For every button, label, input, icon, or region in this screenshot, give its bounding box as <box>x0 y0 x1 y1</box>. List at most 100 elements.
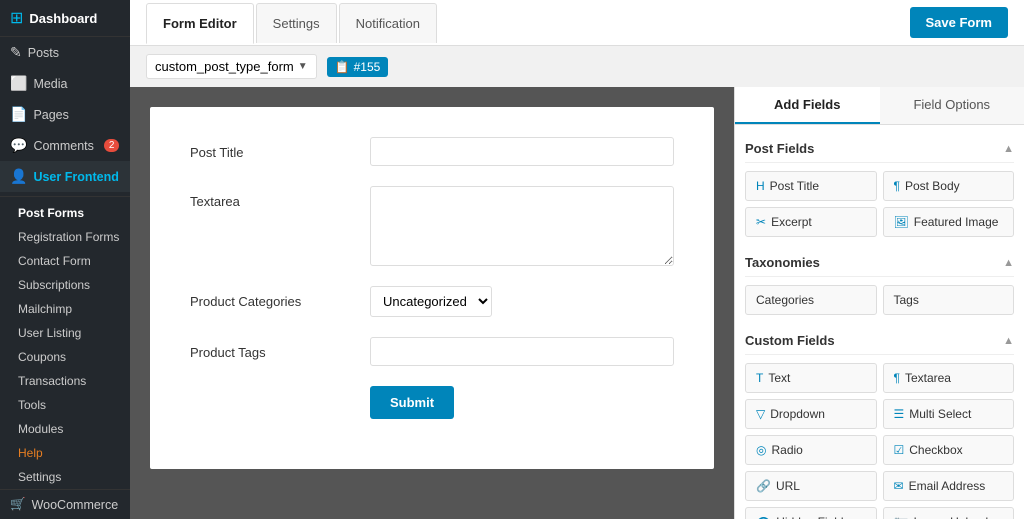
sidebar-dashboard[interactable]: ⊞ Dashboard <box>0 0 130 37</box>
categories-field-btn[interactable]: Categories <box>745 285 877 315</box>
url-field-btn[interactable]: 🔗 URL <box>745 471 877 501</box>
post-title-btn-label: Post Title <box>770 179 819 193</box>
panel-tab-add-fields[interactable]: Add Fields <box>735 87 880 124</box>
sidebar-item-posts[interactable]: ✎ Posts <box>0 37 130 68</box>
image-upload-btn-label: Image Upload <box>913 515 988 519</box>
text-field-btn[interactable]: T Text <box>745 363 877 393</box>
sidebar-item-mailchimp[interactable]: Mailchimp <box>0 297 130 321</box>
tab-settings-label: Settings <box>273 16 320 31</box>
subscriptions-label: Subscriptions <box>18 278 90 292</box>
post-body-icon: ¶ <box>894 179 900 193</box>
save-button[interactable]: Save Form <box>910 7 1008 38</box>
sidebar-item-transactions[interactable]: Transactions <box>0 369 130 393</box>
dashboard-icon: ⊞ <box>10 8 23 28</box>
dropdown-arrow-icon: ▼ <box>298 61 308 72</box>
excerpt-field-btn[interactable]: ✂ Excerpt <box>745 207 877 237</box>
woocommerce-icon: 🛒 <box>10 497 26 512</box>
coupons-label: Coupons <box>18 350 66 364</box>
featured-image-field-btn[interactable]: 🖼 Featured Image <box>883 207 1015 237</box>
multi-select-icon: ☰ <box>894 407 905 421</box>
taxonomies-section: Taxonomies ▲ Categories Tags <box>745 249 1014 315</box>
sidebar: ⊞ Dashboard ✎ Posts ⬜ Media 📄 Pages 💬 Co… <box>0 0 130 519</box>
email-icon: ✉ <box>894 479 904 493</box>
form-inner: Post Title Textarea Product Categories U… <box>150 107 714 469</box>
dropdown-field-btn[interactable]: ▽ Dropdown <box>745 399 877 429</box>
sidebar-item-tools[interactable]: Tools <box>0 393 130 417</box>
tab-form-editor[interactable]: Form Editor <box>146 3 254 44</box>
textarea-btn-label: Textarea <box>905 371 951 385</box>
custom-fields-chevron-icon: ▲ <box>1003 335 1014 347</box>
checkbox-field-btn[interactable]: ☑ Checkbox <box>883 435 1015 465</box>
tools-label: Tools <box>18 398 46 412</box>
sidebar-item-registration-forms[interactable]: Registration Forms <box>0 225 130 249</box>
post-fields-buttons: H Post Title ¶ Post Body ✂ Excerpt 🖼 <box>745 171 1014 237</box>
sidebar-item-user-frontend[interactable]: 👤 User Frontend <box>0 161 130 192</box>
product-categories-select[interactable]: Uncategorized <box>370 286 492 317</box>
categories-btn-label: Categories <box>756 293 814 307</box>
media-icon: ⬜ <box>10 75 27 92</box>
content-area: Post Title Textarea Product Categories U… <box>130 87 1024 519</box>
tags-field-btn[interactable]: Tags <box>883 285 1015 315</box>
dashboard-label: Dashboard <box>29 11 97 26</box>
post-fields-chevron-icon: ▲ <box>1003 143 1014 155</box>
sidebar-item-coupons[interactable]: Coupons <box>0 345 130 369</box>
hidden-field-btn[interactable]: 👁 Hidden Field <box>745 507 877 519</box>
tab-notification-label: Notification <box>356 16 420 31</box>
tab-notification[interactable]: Notification <box>339 3 437 43</box>
radio-field-btn[interactable]: ◎ Radio <box>745 435 877 465</box>
sidebar-item-help[interactable]: Help <box>0 441 130 465</box>
submit-button[interactable]: Submit <box>370 386 454 419</box>
product-tags-input[interactable] <box>370 337 674 366</box>
panel-tab-field-options-label: Field Options <box>913 97 990 112</box>
pages-label: Pages <box>33 108 68 122</box>
checkbox-btn-label: Checkbox <box>909 443 962 457</box>
tab-form-editor-label: Form Editor <box>163 16 237 31</box>
sidebar-item-media[interactable]: ⬜ Media <box>0 68 130 99</box>
posts-label: Posts <box>28 46 59 60</box>
sidebar-item-pages[interactable]: 📄 Pages <box>0 99 130 130</box>
posts-icon: ✎ <box>10 44 22 61</box>
form-select-value: custom_post_type_form <box>155 59 294 74</box>
custom-fields-title: Custom Fields <box>745 333 835 348</box>
transactions-label: Transactions <box>18 374 86 388</box>
h-icon: H <box>756 179 765 193</box>
panel-tab-field-options[interactable]: Field Options <box>880 87 1024 124</box>
user-frontend-icon: 👤 <box>10 168 27 185</box>
contact-form-label: Contact Form <box>18 254 91 268</box>
multi-select-field-btn[interactable]: ☰ Multi Select <box>883 399 1015 429</box>
registration-forms-label: Registration Forms <box>18 230 119 244</box>
sidebar-item-contact-form[interactable]: Contact Form <box>0 249 130 273</box>
sidebar-item-subscriptions[interactable]: Subscriptions <box>0 273 130 297</box>
panel-tab-add-fields-label: Add Fields <box>774 97 840 112</box>
sidebar-item-settings[interactable]: Settings <box>0 465 130 489</box>
sidebar-item-user-listing[interactable]: User Listing <box>0 321 130 345</box>
sidebar-item-comments[interactable]: 💬 Comments 2 <box>0 130 130 161</box>
checkbox-icon: ☑ <box>894 443 905 457</box>
dropdown-icon: ▽ <box>756 407 765 421</box>
post-body-btn-label: Post Body <box>905 179 960 193</box>
post-title-input[interactable] <box>370 137 674 166</box>
text-btn-label: Text <box>768 371 790 385</box>
post-body-field-btn[interactable]: ¶ Post Body <box>883 171 1015 201</box>
sidebar-item-post-forms[interactable]: Post Forms <box>0 201 130 225</box>
sidebar-item-woocommerce[interactable]: 🛒 WooCommerce <box>0 489 130 519</box>
email-address-btn-label: Email Address <box>909 479 986 493</box>
tab-settings[interactable]: Settings <box>256 3 337 43</box>
featured-image-btn-label: Featured Image <box>914 215 999 229</box>
textarea-input[interactable] <box>370 186 674 266</box>
dropdown-btn-label: Dropdown <box>770 407 825 421</box>
image-upload-field-btn[interactable]: 📷 Image Upload <box>883 507 1015 519</box>
hidden-field-btn-label: Hidden Field <box>776 515 843 519</box>
help-label: Help <box>18 446 43 460</box>
woocommerce-label: WooCommerce <box>32 498 119 512</box>
post-title-field-btn[interactable]: H Post Title <box>745 171 877 201</box>
form-selector[interactable]: custom_post_type_form ▼ <box>146 54 317 79</box>
textarea-field-btn[interactable]: ¶ Textarea <box>883 363 1015 393</box>
sidebar-item-modules[interactable]: Modules <box>0 417 130 441</box>
email-address-field-btn[interactable]: ✉ Email Address <box>883 471 1015 501</box>
product-categories-label: Product Categories <box>190 286 350 309</box>
post-title-row: Post Title <box>190 137 674 166</box>
submit-spacer <box>190 386 350 394</box>
multi-select-btn-label: Multi Select <box>909 407 971 421</box>
featured-image-icon: 🖼 <box>894 215 909 229</box>
